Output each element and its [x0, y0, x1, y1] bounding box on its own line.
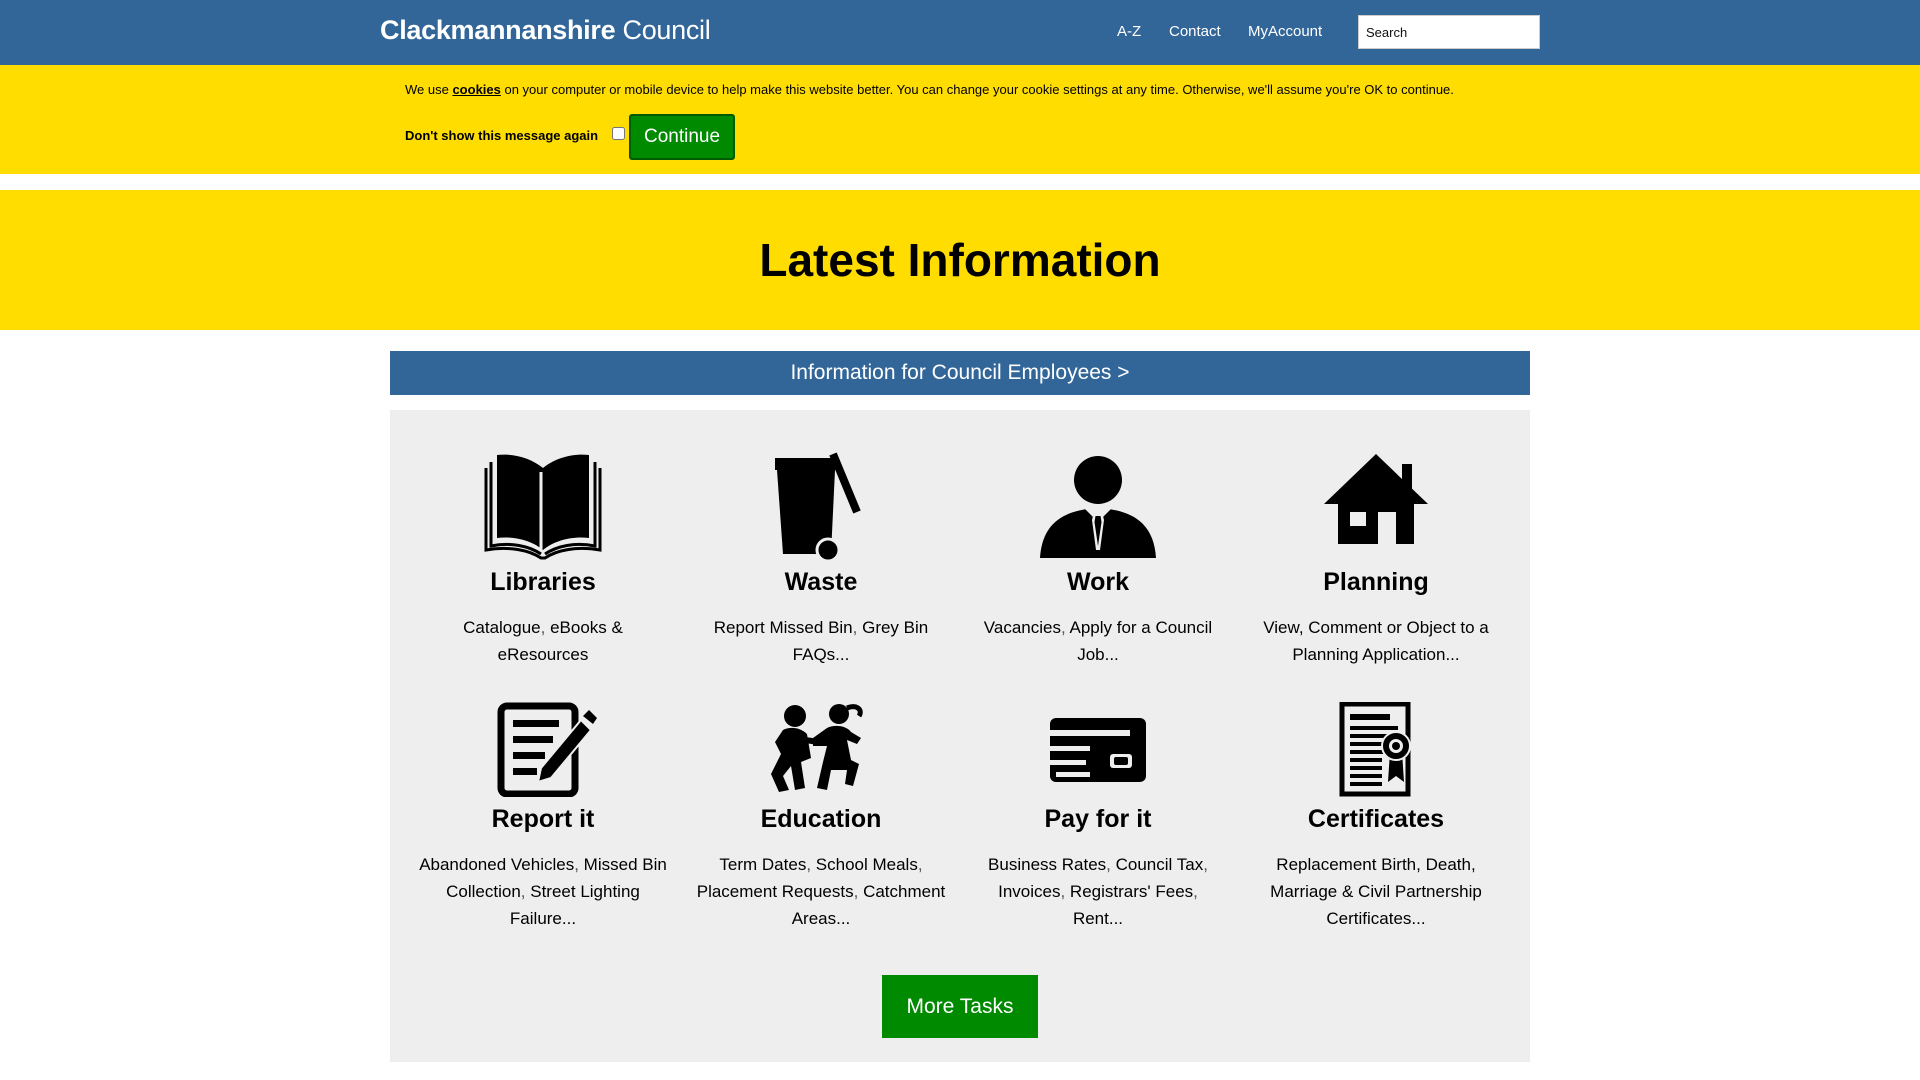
- book-icon[interactable]: [483, 450, 603, 560]
- tile-education: Education Term Dates, School Meals, Plac…: [696, 702, 946, 932]
- page-title: Latest Information: [759, 234, 1161, 286]
- cookie-text-end: on your computer or mobile device to hel…: [500, 82, 1454, 97]
- site-header: Clackmannanshire Council A-Z Contact MyA…: [0, 0, 1920, 65]
- brand-name-light: Council: [615, 15, 711, 45]
- hero-banner: Latest Information: [0, 190, 1920, 330]
- continue-button[interactable]: Continue: [629, 114, 735, 160]
- catalogue-link[interactable]: Catalogue: [463, 618, 541, 637]
- tile-links: Vacancies, Apply for a Council Job...: [983, 618, 1213, 664]
- abandoned-vehicles-link[interactable]: Abandoned Vehicles: [419, 855, 574, 874]
- tile-waste: Waste Report Missed Bin, Grey Bin FAQs..…: [696, 450, 946, 668]
- search-input[interactable]: [1358, 15, 1540, 49]
- tile-report-it: Report it Abandoned Vehicles, Missed Bin…: [418, 702, 668, 932]
- more-tasks-button[interactable]: More Tasks: [882, 975, 1038, 1038]
- council-tax-link[interactable]: Council Tax: [1116, 855, 1204, 874]
- cookie-message: We use cookies on your computer or mobil…: [405, 82, 1454, 97]
- dont-show-again-label: Don't show this message again: [405, 128, 599, 143]
- nav-myaccount-link[interactable]: MyAccount: [1248, 23, 1322, 40]
- house-icon[interactable]: [1316, 450, 1436, 560]
- nav-a-z-link[interactable]: A-Z: [1117, 23, 1141, 40]
- planning-application-link[interactable]: View, Comment or Object to a Planning Ap…: [1263, 618, 1489, 664]
- street-lighting-failure-link[interactable]: Street Lighting Failure...: [510, 882, 640, 928]
- term-dates-link[interactable]: Term Dates: [719, 855, 806, 874]
- tile-title[interactable]: Libraries: [418, 568, 668, 597]
- cookies-link[interactable]: cookies: [452, 82, 500, 97]
- cookie-text-start: We use: [405, 82, 453, 97]
- nav-contact-link[interactable]: Contact: [1169, 23, 1221, 40]
- tile-links: Business Rates, Council Tax, Invoices, R…: [988, 855, 1208, 928]
- tile-title[interactable]: Waste: [696, 568, 946, 597]
- dont-show-again-checkbox[interactable]: [612, 127, 625, 140]
- tile-links: View, Comment or Object to a Planning Ap…: [1251, 614, 1501, 668]
- tile-title[interactable]: Pay for it: [973, 805, 1223, 834]
- tile-libraries: Libraries Catalogue, eBooks & eResources: [418, 450, 668, 668]
- tile-planning: Planning View, Comment or Object to a Pl…: [1251, 450, 1501, 668]
- cookie-banner: We use cookies on your computer or mobil…: [0, 65, 1920, 174]
- form-with-pencil-icon[interactable]: [483, 702, 603, 797]
- tile-title[interactable]: Education: [696, 805, 946, 834]
- brand-name-bold: Clackmannanshire: [380, 15, 616, 45]
- tile-certificates: Certificates Replacement Birth, Death, M…: [1251, 702, 1501, 932]
- person-with-tie-icon[interactable]: [1038, 450, 1158, 560]
- school-meals-link[interactable]: School Meals: [816, 855, 918, 874]
- wheelie-bin-icon[interactable]: [761, 450, 881, 560]
- placement-requests-link[interactable]: Placement Requests: [697, 882, 854, 901]
- tile-title[interactable]: Report it: [418, 805, 668, 834]
- report-missed-bin-link[interactable]: Report Missed Bin: [714, 618, 853, 637]
- tile-links: Abandoned Vehicles, Missed Bin Collectio…: [419, 855, 667, 928]
- site-logo-link[interactable]: Clackmannanshire Council: [380, 15, 711, 46]
- registrars-fees-link[interactable]: Registrars' Fees: [1070, 882, 1193, 901]
- credit-card-icon[interactable]: [1038, 702, 1158, 797]
- business-rates-link[interactable]: Business Rates: [988, 855, 1106, 874]
- replacement-certificates-link[interactable]: Replacement Birth, Death, Marriage & Civ…: [1270, 855, 1482, 928]
- tile-work: Work Vacancies, Apply for a Council Job.…: [973, 450, 1223, 668]
- tile-links: Report Missed Bin, Grey Bin FAQs...: [713, 618, 929, 664]
- tile-title[interactable]: Work: [973, 568, 1223, 597]
- council-employees-link[interactable]: Information for Council Employees >: [390, 351, 1530, 395]
- vacancies-link[interactable]: Vacancies: [984, 618, 1061, 637]
- tile-title[interactable]: Planning: [1251, 568, 1501, 597]
- tile-links: Term Dates, School Meals, Placement Requ…: [696, 855, 946, 928]
- apply-council-job-link[interactable]: Apply for a Council Job...: [1070, 618, 1213, 664]
- invoices-link[interactable]: Invoices: [998, 882, 1060, 901]
- tasks-panel: Libraries Catalogue, eBooks & eResources…: [390, 410, 1530, 1062]
- rent-link[interactable]: Rent...: [1073, 909, 1123, 928]
- certificate-icon[interactable]: [1316, 702, 1436, 797]
- tile-title[interactable]: Certificates: [1251, 805, 1501, 834]
- tile-links: Replacement Birth, Death, Marriage & Civ…: [1251, 851, 1501, 932]
- children-icon[interactable]: [761, 702, 881, 797]
- tile-pay-for-it: Pay for it Business Rates, Council Tax, …: [973, 702, 1223, 932]
- tile-links: Catalogue, eBooks & eResources: [463, 618, 623, 664]
